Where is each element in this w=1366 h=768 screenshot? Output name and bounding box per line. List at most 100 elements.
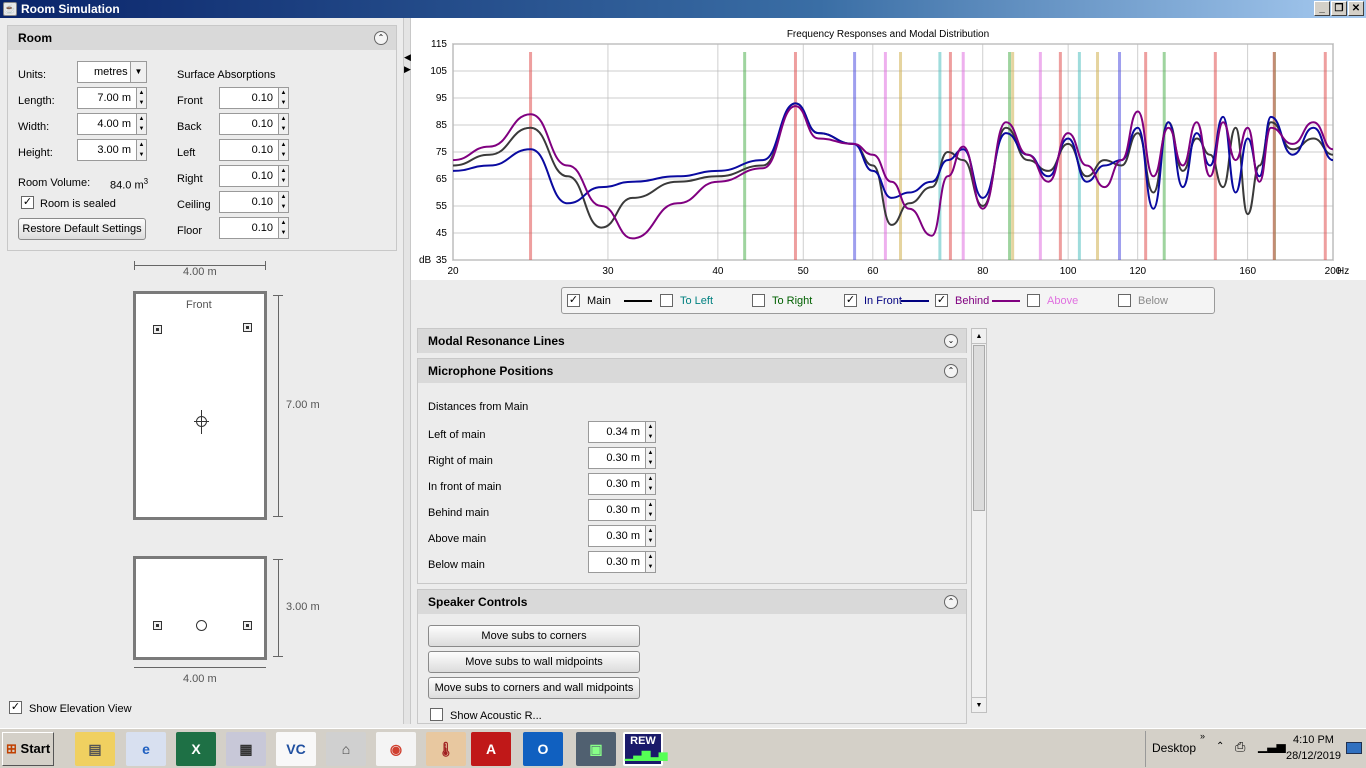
legend-checkbox-in-front[interactable]: ✓ (844, 294, 857, 307)
room-plan-view[interactable]: Front (133, 291, 267, 520)
minimize-button[interactable]: _ (1314, 1, 1330, 16)
y-tick-label: 55 (436, 201, 448, 212)
surface-stepper[interactable]: ▲ ▼ (279, 217, 289, 239)
units-select[interactable]: metres ▼ (77, 61, 147, 83)
surface-input-right[interactable]: 0.10 (219, 165, 279, 187)
speaker-icon[interactable] (153, 325, 162, 334)
speaker-icon[interactable] (243, 621, 252, 630)
collapse-icon[interactable]: ⌃ (374, 31, 388, 45)
mic-row-stepper[interactable]: ▲ ▼ (646, 447, 656, 469)
units-value: metres (94, 66, 128, 78)
scroll-thumb[interactable] (973, 345, 985, 511)
collapse-icon[interactable]: ⌃ (944, 364, 958, 378)
y-axis-label: dB (419, 255, 432, 266)
chrome-icon[interactable]: ◉ (376, 732, 416, 766)
surface-input-left[interactable]: 0.10 (219, 139, 279, 161)
y-tick-label: 95 (436, 93, 448, 104)
expand-icon[interactable]: ⌄ (944, 334, 958, 348)
microphone-icon[interactable] (196, 620, 207, 631)
mic-row-input[interactable]: 0.30 m (588, 447, 646, 469)
surface-stepper[interactable]: ▲ ▼ (279, 139, 289, 161)
mic-row-input[interactable]: 0.30 m (588, 525, 646, 547)
close-button[interactable]: ✕ (1348, 1, 1364, 16)
surface-input-front[interactable]: 0.10 (219, 87, 279, 109)
speaker-button[interactable]: Move subs to wall midpoints (428, 651, 640, 673)
length-input[interactable]: 7.00 m (77, 87, 137, 109)
outlook-icon[interactable]: O (523, 732, 563, 766)
thermometer-icon[interactable]: 🌡 (426, 732, 466, 766)
network-icon[interactable]: ⌂ (326, 732, 366, 766)
acrobat-icon[interactable]: A (471, 732, 511, 766)
speaker-controls-header[interactable]: Speaker Controls ⌃ (418, 590, 966, 614)
mic-row-stepper[interactable]: ▲ ▼ (646, 525, 656, 547)
surface-stepper[interactable]: ▲ ▼ (279, 191, 289, 213)
explorer-icon[interactable]: ▤ (75, 732, 115, 766)
calculator-icon[interactable]: ▦ (226, 732, 266, 766)
surface-stepper[interactable]: ▲ ▼ (279, 113, 289, 135)
arrow-left-icon[interactable]: ◀ (404, 52, 411, 63)
height-input[interactable]: 3.00 m (77, 139, 137, 161)
mic-row-input[interactable]: 0.30 m (588, 551, 646, 573)
clock-date[interactable]: 28/12/2019 (1286, 750, 1341, 762)
rew-icon[interactable]: REW ▁▃▆▂▅ (623, 732, 667, 766)
clock-time[interactable]: 4:10 PM (1293, 734, 1334, 746)
surface-input-floor[interactable]: 0.10 (219, 217, 279, 239)
mic-row-stepper[interactable]: ▲ ▼ (646, 473, 656, 495)
room-sealed-checkbox[interactable]: ✓ (21, 196, 34, 209)
legend-checkbox-main[interactable]: ✓ (567, 294, 580, 307)
frequency-chart[interactable]: Frequency Responses and Modal Distributi… (411, 18, 1366, 280)
surface-stepper[interactable]: ▲ ▼ (279, 165, 289, 187)
mic-row-input[interactable]: 0.30 m (588, 473, 646, 495)
speaker-button[interactable]: Move subs to corners (428, 625, 640, 647)
show-elevation-checkbox[interactable]: ✓ (9, 701, 22, 714)
show-hidden-icons[interactable]: ⌃ (1216, 741, 1224, 752)
width-input[interactable]: 4.00 m (77, 113, 137, 135)
speaker-icon[interactable] (153, 621, 162, 630)
start-button[interactable]: ⊞ Start (2, 732, 54, 766)
legend-checkbox-to-left[interactable] (660, 294, 673, 307)
legend-checkbox-above[interactable] (1027, 294, 1040, 307)
show-desktop-icon[interactable] (1346, 742, 1362, 754)
restore-defaults-button[interactable]: Restore Default Settings (18, 218, 146, 240)
chevron-right-icon[interactable]: » (1200, 731, 1205, 741)
scroll-up-icon[interactable]: ▲ (972, 329, 986, 344)
y-tick-label: 35 (436, 255, 448, 266)
speaker-icon[interactable] (243, 323, 252, 332)
surface-label-ceiling: Ceiling (177, 199, 211, 211)
surface-input-ceiling[interactable]: 0.10 (219, 191, 279, 213)
restore-button[interactable]: ❐ (1331, 1, 1347, 16)
device-icon[interactable]: ⎙ (1235, 739, 1245, 755)
mic-row-input[interactable]: 0.34 m (588, 421, 646, 443)
modal-lines-header[interactable]: Modal Resonance Lines ⌄ (418, 329, 966, 353)
mic-positions-header[interactable]: Microphone Positions ⌃ (418, 359, 966, 383)
room-elevation-view[interactable] (133, 556, 267, 660)
speaker-button[interactable]: Move subs to corners and wall midpoints (428, 677, 640, 699)
vertical-scrollbar[interactable]: ▲ ▼ (971, 328, 987, 713)
ie-icon[interactable]: e (126, 732, 166, 766)
signal-icon[interactable]: ▁▃▅ (1258, 739, 1286, 753)
monitor-icon[interactable]: ▣ (576, 732, 616, 766)
room-panel-header[interactable]: Room ⌃ (8, 26, 396, 50)
legend-checkbox-below[interactable] (1118, 294, 1131, 307)
x-tick-label: 120 (1129, 266, 1146, 277)
scroll-down-icon[interactable]: ▼ (972, 697, 986, 712)
collapse-icon[interactable]: ⌃ (944, 595, 958, 609)
arrow-right-icon[interactable]: ▶ (404, 64, 411, 75)
length-stepper[interactable]: ▲ ▼ (137, 87, 147, 109)
mic-row-input[interactable]: 0.30 m (588, 499, 646, 521)
width-stepper[interactable]: ▲ ▼ (137, 113, 147, 135)
surface-stepper[interactable]: ▲ ▼ (279, 87, 289, 109)
chevron-down-icon[interactable]: ▼ (130, 62, 146, 82)
mic-row-stepper[interactable]: ▲ ▼ (646, 421, 656, 443)
excel-icon[interactable]: X (176, 732, 216, 766)
desktop-toolbar-label[interactable]: Desktop (1152, 741, 1196, 755)
pane-splitter[interactable]: ◀ ▶ (403, 18, 411, 724)
acoustic-checkbox[interactable] (430, 708, 443, 721)
legend-checkbox-to-right[interactable] (752, 294, 765, 307)
surface-input-back[interactable]: 0.10 (219, 113, 279, 135)
mic-row-stepper[interactable]: ▲ ▼ (646, 499, 656, 521)
legend-checkbox-behind[interactable]: ✓ (935, 294, 948, 307)
mic-row-stepper[interactable]: ▲ ▼ (646, 551, 656, 573)
vnc-icon[interactable]: VC (276, 732, 316, 766)
height-stepper[interactable]: ▲ ▼ (137, 139, 147, 161)
